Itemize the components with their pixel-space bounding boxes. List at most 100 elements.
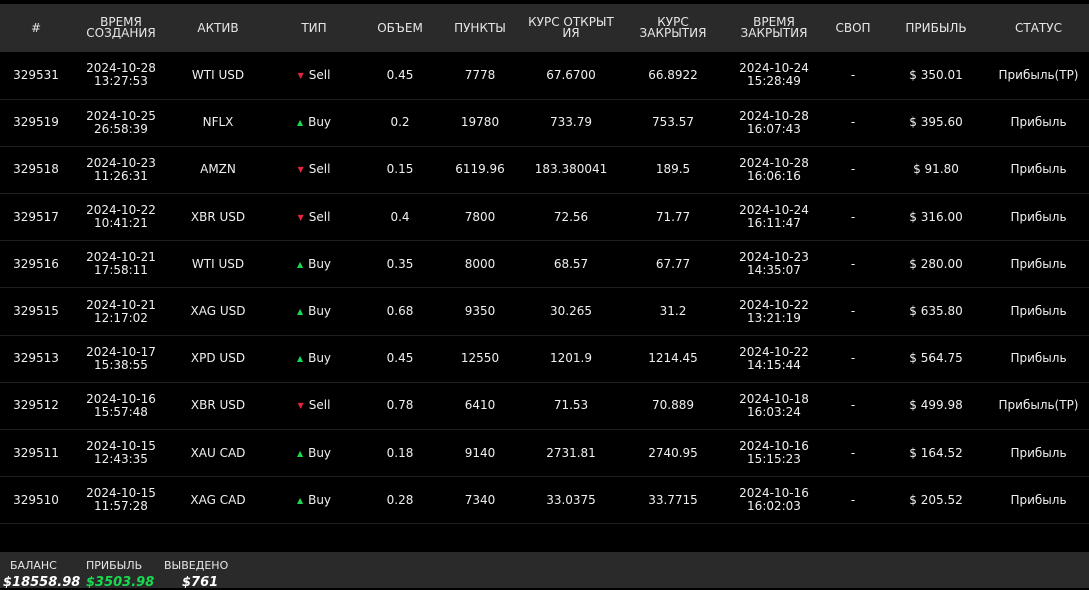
points-value: 8000 (464, 256, 496, 271)
close-price: 753.57 (620, 99, 726, 146)
close-price: 189.5 (620, 146, 726, 193)
buy-arrow-icon: Buy (297, 493, 331, 507)
trade-id: 329512 (0, 382, 72, 429)
asset: WTI USD (170, 241, 266, 288)
table-row[interactable]: 329519 2024-10-2526:58:39 NFLX Buy 0.2 19780 7… (0, 99, 1089, 147)
open-price-value: 1201.9 (550, 351, 592, 366)
close-price-value: 67.77 (655, 256, 691, 271)
table-row[interactable]: 329517 2024-10-2210:41:21 XBR USD Sell 0.4 78… (0, 194, 1089, 241)
trade-type: Buy (266, 477, 362, 524)
closed-time: 2024-10-16 16:02:03 (726, 477, 822, 524)
swap-value: - (850, 209, 856, 224)
points-value: 7778 (464, 67, 496, 82)
closed-clock: 16:06:16 (747, 168, 801, 183)
asset-value: WTI USD (191, 67, 245, 82)
withdrawn-stat: ВЫВЕДЕНО $761 (164, 559, 228, 590)
profit-cell-value: $ 395.60 (909, 115, 963, 130)
trade-id-value: 329519 (13, 115, 59, 130)
asset: XAG CAD (170, 477, 266, 524)
column-header: ПРИБЫЛЬ (905, 20, 967, 35)
created-time: 2024-10-25 26:58:39 (72, 99, 170, 146)
swap: - (822, 477, 884, 524)
buy-arrow-icon: Buy (297, 351, 331, 365)
open-price: 72.56 (522, 194, 620, 241)
close-price-value: 66.8922 (648, 67, 698, 82)
open-price-value: 733.79 (550, 115, 592, 130)
swap: - (822, 241, 884, 288)
closed-date: 2024-10-18 (739, 391, 809, 406)
balance-stat: БАЛАНС $18558.98 (3, 559, 80, 590)
asset: XAG USD (170, 288, 266, 335)
withdrawn-label: ВЫВЕДЕНО (164, 559, 229, 572)
points: 8000 (438, 241, 522, 288)
status-badge: Прибыль (1010, 162, 1067, 177)
close-price: 71.77 (620, 194, 726, 241)
created-clock: 12:43:35 (94, 452, 148, 467)
close-price: 31.2 (620, 288, 726, 335)
status: Прибыль (988, 335, 1089, 382)
closed-clock: 16:02:03 (747, 499, 801, 514)
closed-date: 2024-10-22 (739, 344, 809, 359)
table-row[interactable]: 329518 2024-10-2311:26:31 AMZN Sell 0.15 6119… (0, 146, 1089, 194)
status-badge: Прибыль (1010, 351, 1067, 366)
table-row[interactable]: 329515 2024-10-2112:17:02 XAG USD Buy 0.68 93… (0, 288, 1089, 336)
status-badge: Прибыль (1010, 445, 1067, 460)
trade-type: Sell (266, 52, 362, 99)
asset-value: XAG CAD (190, 492, 246, 507)
swap-value: - (850, 256, 856, 271)
profit: $ 164.52 (884, 430, 988, 477)
trade-id: 329531 (0, 52, 72, 99)
open-price: 1201.9 (522, 335, 620, 382)
table-row[interactable]: 329510 2024-10-1511:57:28 XAG CAD Buy 0.28 73… (0, 477, 1089, 524)
asset: NFLX (170, 99, 266, 146)
closed-time: 2024-10-18 16:03:24 (726, 382, 822, 429)
profit: $ 205.52 (884, 477, 988, 524)
points: 9140 (438, 430, 522, 477)
close-price: 1214.45 (620, 335, 726, 382)
profit: $ 316.00 (884, 194, 988, 241)
volume: 0.28 (362, 477, 438, 524)
close-price: 33.7715 (620, 477, 726, 524)
table-row[interactable]: 329531 2024-10-2813:27:53 WTI USD Sell 0.45 7… (0, 52, 1089, 100)
buy-arrow-icon: Buy (297, 257, 331, 271)
points: 7800 (438, 194, 522, 241)
profit: $ 280.00 (884, 241, 988, 288)
profit-stat: ПРИБЫЛЬ $3503.98 (86, 559, 154, 590)
closed-time: 2024-10-28 16:07:43 (726, 99, 822, 146)
status: Прибыль (988, 430, 1089, 477)
profit-cell-value: $ 205.52 (909, 492, 963, 507)
profit: $ 395.60 (884, 99, 988, 146)
asset-value: XAG USD (190, 304, 246, 319)
trade-id: 329519 (0, 99, 72, 146)
profit-cell-value: $ 164.52 (909, 445, 963, 460)
table-row[interactable]: 329512 2024-10-1615:57:48 XBR USD Sell 0.78 6… (0, 382, 1089, 430)
table-row[interactable]: 329513 2024-10-1715:38:55 XPD USD Buy 0.45 12… (0, 335, 1089, 383)
closed-time: 2024-10-22 14:15:44 (726, 335, 822, 382)
created-date: 2024-10-25 (86, 108, 156, 123)
volume: 0.45 (362, 52, 438, 99)
trade-id-value: 329511 (13, 445, 59, 460)
column-header: ОБЪЕМ (377, 20, 423, 35)
status-badge: Прибыль (1010, 304, 1067, 319)
created-clock: 11:57:28 (94, 499, 148, 514)
column-header: СВОП (835, 20, 871, 35)
closed-time: 2024-10-22 13:21:19 (726, 288, 822, 335)
created-clock: 17:58:11 (94, 263, 148, 278)
open-price-value: 68.57 (553, 256, 589, 271)
asset: XBR USD (170, 382, 266, 429)
swap: - (822, 382, 884, 429)
buy-arrow-icon: Buy (297, 446, 331, 460)
asset: AMZN (170, 146, 266, 193)
profit: $ 91.80 (884, 146, 988, 193)
created-time: 2024-10-17 15:38:55 (72, 335, 170, 382)
profit-cell-value: $ 564.75 (909, 351, 963, 366)
table-row[interactable]: 329516 2024-10-2117:58:11 WTI USD Buy 0.35 80… (0, 241, 1089, 288)
status: Прибыль(TP) (988, 52, 1089, 99)
swap: - (822, 335, 884, 382)
created-time: 2024-10-23 11:26:31 (72, 146, 170, 193)
closed-clock: 15:15:23 (747, 452, 801, 467)
table-row[interactable]: 329511 2024-10-1512:43:35 XAU CAD Buy 0.18 91… (0, 430, 1089, 477)
account-summary-bar: БАЛАНС $18558.98 ПРИБЫЛЬ $3503.98 ВЫВЕДЕ… (0, 552, 1089, 590)
volume: 0.4 (362, 194, 438, 241)
swap: - (822, 99, 884, 146)
